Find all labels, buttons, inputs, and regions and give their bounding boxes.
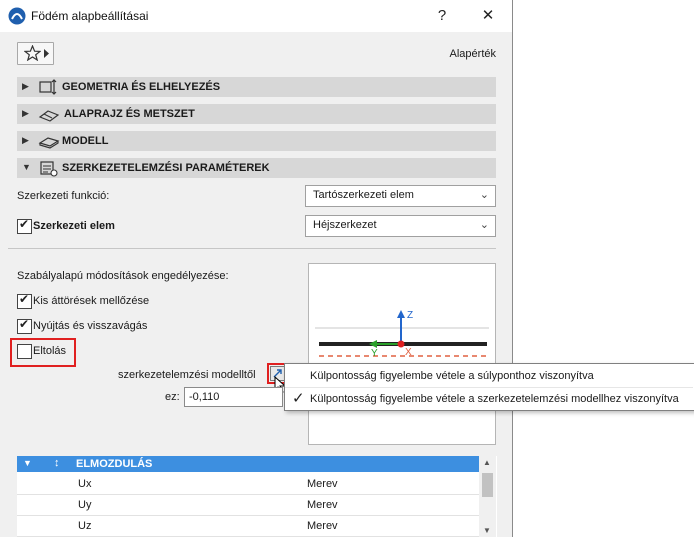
checkmark-icon: ✔ (19, 292, 30, 306)
rules-heading: Szabályalapú módosítások engedélyezése: (17, 270, 229, 282)
structural-function-value: Tartószerkezeti elem (313, 189, 414, 201)
help-button[interactable]: ? (428, 4, 456, 28)
structural-function-label: Szerkezeti funkció: (17, 190, 110, 202)
checkmark-icon: ✓ (292, 390, 305, 407)
offset-reference-menu: Külpontosság figyelembe vétele a súlypon… (284, 363, 694, 411)
collapse-arrow-icon: ▼ (23, 458, 32, 468)
menu-item-label: Külpontosság figyelembe vétele a súlypon… (310, 370, 594, 382)
star-icon (24, 45, 41, 61)
chevron-down-icon: ⌄ (479, 219, 489, 231)
y-arrow (369, 340, 377, 348)
panel-model-label: MODELL (62, 135, 109, 147)
panel-geometry[interactable]: ▶ GEOMETRIA ÉS ELHELYEZÉS (17, 77, 496, 97)
expand-arrow-icon: ▶ (22, 135, 29, 145)
checkmark-icon: ✔ (19, 217, 30, 231)
y-axis-label: Y (371, 348, 378, 359)
checkmark-icon: ✔ (19, 317, 30, 331)
z-axis-label: Z (407, 310, 414, 321)
default-label: Alapérték (449, 48, 496, 60)
scrollbar-thumb[interactable] (482, 473, 493, 497)
geometry-icon (39, 79, 57, 95)
divider (8, 248, 496, 249)
offset-reference-label: szerkezetelemzési modelltől (118, 369, 256, 381)
chevron-down-icon: ⌄ (479, 189, 489, 201)
small-openings-label: Kis áttörések mellőzése (33, 295, 150, 307)
chevron-right-icon (44, 49, 49, 58)
table-row[interactable]: Uy Merev (17, 495, 479, 516)
table-scrollbar[interactable]: ▲ ▼ (479, 456, 496, 537)
floor-plan-icon (38, 110, 60, 122)
table-row[interactable]: Uz Merev (17, 516, 479, 537)
menu-item-label: Külpontosság figyelembe vétele a szerkez… (310, 393, 679, 405)
row-name: Ux (78, 478, 92, 490)
panel-geometry-label: GEOMETRIA ÉS ELHELYEZÉS (62, 81, 221, 93)
ez-input[interactable]: -0,110 (184, 387, 283, 407)
offset-label: Eltolás (33, 345, 67, 357)
menu-item-centroid[interactable]: Külpontosság figyelembe vétele a súlypon… (285, 365, 693, 387)
offset-checkbox[interactable] (17, 344, 32, 359)
row-name: Uz (78, 520, 92, 532)
panel-floorplan-label: ALAPRAJZ ÉS METSZET (64, 108, 195, 120)
panel-model[interactable]: ▶ MODELL (17, 131, 496, 151)
table-header-label: ELMOZDULÁS (76, 458, 153, 470)
small-openings-checkbox[interactable]: ✔ (17, 292, 32, 309)
expand-arrow-icon: ▶ (22, 81, 29, 91)
title-bar: Födém alapbeállításai ? ✕ (0, 0, 512, 32)
extend-trim-label: Nyújtás és visszavágás (33, 320, 148, 332)
scroll-up-icon[interactable]: ▲ (483, 458, 491, 467)
structural-element-label: Szerkezeti elem (33, 220, 115, 232)
structural-function-select[interactable]: Tartószerkezeti elem ⌄ (305, 185, 496, 207)
structural-element-checkbox[interactable]: ✔ (17, 217, 32, 234)
close-button[interactable]: ✕ (474, 4, 502, 28)
x-axis-label: X (405, 347, 412, 358)
boundary-table: ▼ ↕ ELMOZDULÁS Ux Merev Uy Merev Uz Mere… (17, 456, 497, 537)
row-value: Merev (307, 478, 338, 490)
favorites-button[interactable] (17, 42, 54, 65)
origin-point (397, 340, 405, 348)
structural-analysis-icon (40, 161, 58, 177)
row-value: Merev (307, 520, 338, 532)
app-logo-icon (8, 7, 26, 25)
row-name: Uy (78, 499, 92, 511)
axis-preview-graphic (315, 310, 489, 357)
panel-structural[interactable]: ▼ SZERKEZETELEMZÉSI PARAMÉTEREK (17, 158, 496, 178)
row-value: Merev (307, 499, 338, 511)
collapse-arrow-icon: ▼ (22, 162, 31, 172)
ez-value: -0,110 (189, 391, 220, 403)
z-arrow (397, 310, 405, 318)
table-header[interactable]: ▼ ↕ ELMOZDULÁS (17, 456, 479, 472)
window-title: Födém alapbeállításai (31, 9, 149, 23)
panel-structural-label: SZERKEZETELEMZÉSI PARAMÉTEREK (62, 162, 270, 174)
preview-panel: Z Y X (308, 263, 496, 445)
vertical-arrow-icon: ↕ (54, 457, 60, 469)
scroll-down-icon[interactable]: ▼ (483, 526, 491, 535)
structural-element-select[interactable]: Héjszerkezet ⌄ (305, 215, 496, 237)
model-icon (38, 137, 60, 149)
panel-floorplan[interactable]: ▶ ALAPRAJZ ÉS METSZET (17, 104, 496, 124)
ez-label: ez: (165, 391, 180, 403)
extend-trim-checkbox[interactable]: ✔ (17, 317, 32, 334)
expand-arrow-icon: ▶ (22, 108, 29, 118)
menu-item-analytical[interactable]: ✓ Külpontosság figyelembe vétele a szerk… (285, 387, 693, 410)
table-row[interactable]: Ux Merev (17, 474, 479, 495)
dialog-window: Födém alapbeállításai ? ✕ Alapérték ▶ GE… (0, 0, 513, 537)
structural-element-value: Héjszerkezet (313, 219, 377, 231)
